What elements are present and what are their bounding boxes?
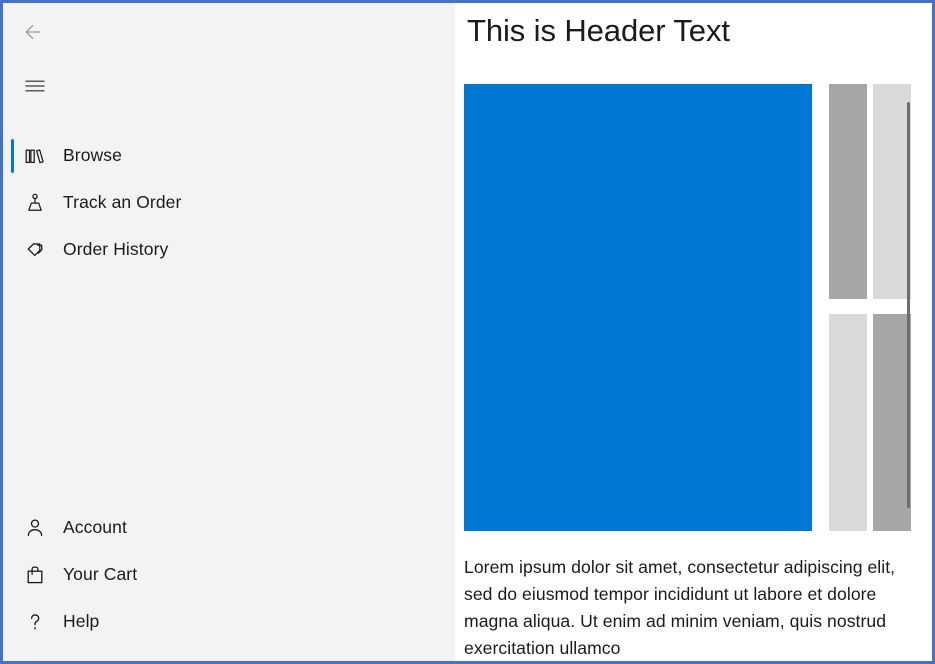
thumbnail-placeholder-bottom-2[interactable] xyxy=(873,314,911,531)
thumbnail-placeholder-bottom-1[interactable] xyxy=(829,314,867,531)
selection-indicator xyxy=(11,138,14,173)
hamburger-menu-button[interactable] xyxy=(11,66,59,110)
sidebar-item-your-cart[interactable]: Your Cart xyxy=(3,551,455,598)
thumbnail-placeholder-top-1[interactable] xyxy=(829,84,867,299)
books-icon xyxy=(15,136,55,176)
nav-primary-list: Browse Track an Order Order History xyxy=(3,132,455,273)
sidebar-item-account[interactable]: Account xyxy=(3,504,455,551)
person-icon xyxy=(15,508,55,548)
sidebar-item-label: Help xyxy=(63,611,100,631)
hero-image-placeholder[interactable] xyxy=(464,84,812,531)
sidebar-item-label: Browse xyxy=(63,145,122,165)
package-person-icon xyxy=(15,183,55,223)
app-window: Browse Track an Order Order History Acco… xyxy=(0,0,935,664)
hamburger-menu-icon xyxy=(22,73,48,104)
page-title: This is Header Text xyxy=(467,13,730,48)
sidebar-item-order-history[interactable]: Order History xyxy=(3,226,455,273)
back-button[interactable] xyxy=(11,12,59,56)
back-arrow-icon xyxy=(22,19,48,50)
sidebar-item-browse[interactable]: Browse xyxy=(3,132,455,179)
question-mark-icon xyxy=(15,602,55,642)
thumbnail-placeholder-top-2[interactable] xyxy=(873,84,911,299)
content-pane: This is Header Text Lorem ipsum dolor si… xyxy=(455,3,932,661)
shopping-bag-icon xyxy=(15,555,55,595)
sidebar-item-label: Track an Order xyxy=(63,192,182,212)
image-gallery xyxy=(464,84,914,531)
sidebar-item-track-an-order[interactable]: Track an Order xyxy=(3,179,455,226)
navigation-pane: Browse Track an Order Order History Acco… xyxy=(3,3,455,661)
content-scrollbar[interactable] xyxy=(907,102,910,508)
sidebar-item-help[interactable]: Help xyxy=(3,598,455,645)
sidebar-item-label: Order History xyxy=(63,239,169,259)
nav-footer-list: Account Your Cart Help xyxy=(3,504,455,645)
sidebar-item-label: Account xyxy=(63,517,127,537)
body-paragraph: Lorem ipsum dolor sit amet, consectetur … xyxy=(464,557,896,658)
sidebar-item-label: Your Cart xyxy=(63,564,138,584)
tags-icon xyxy=(15,230,55,270)
